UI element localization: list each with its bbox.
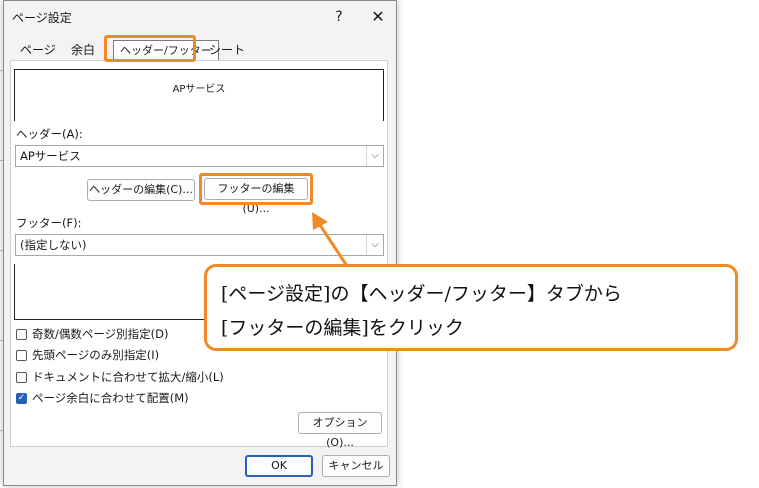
- instruction-callout: [ページ設定]の【ヘッダー/フッター】タブから [フッターの編集]をクリック: [204, 264, 738, 351]
- arrow-line: [316, 221, 349, 267]
- callout-arrow: [312, 212, 349, 267]
- callout-line-1: [ページ設定]の【ヘッダー/フッター】タブから: [221, 283, 622, 305]
- callout-line-2: [フッターの編集]をクリック: [221, 317, 464, 339]
